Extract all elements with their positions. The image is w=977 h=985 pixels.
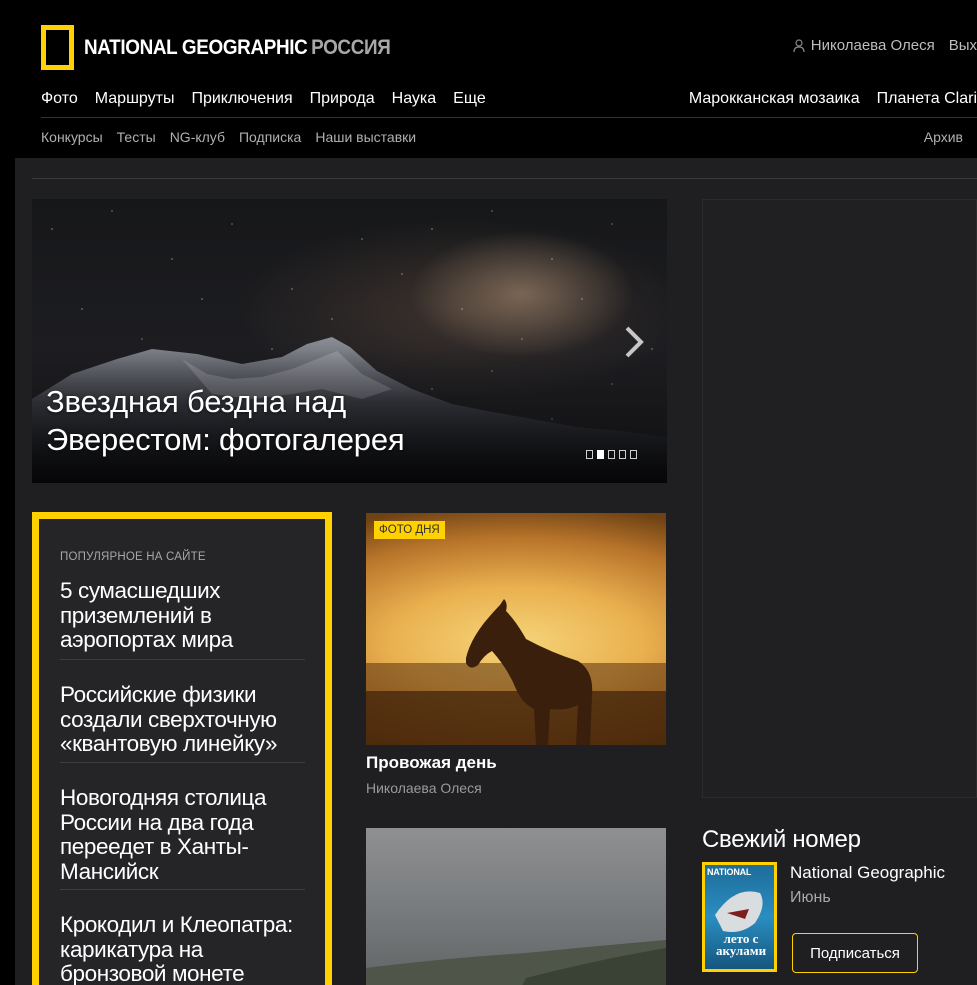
popular-item[interactable]: Новогодняя столица России на два года пе… <box>60 785 305 884</box>
slider-dot[interactable] <box>586 450 593 459</box>
ad-placeholder <box>702 199 977 798</box>
promo-nav: Марокканская мозаика Планета Clari <box>689 90 977 108</box>
subnav-item-tests[interactable]: Тесты <box>117 129 156 145</box>
nav-item-photo[interactable]: Фото <box>41 90 78 108</box>
article-image[interactable] <box>366 828 666 985</box>
popular-separator <box>60 762 305 763</box>
sub-nav: Конкурсы Тесты NG-клуб Подписка Наши выс… <box>41 129 416 145</box>
chevron-right-icon[interactable] <box>622 323 646 361</box>
cover-headline: лето с акулами <box>715 931 767 958</box>
user-icon <box>793 38 805 52</box>
promo-link-moroccan-mosaic[interactable]: Марокканская мозаика <box>689 90 860 108</box>
magazine-month: Июнь <box>790 889 831 906</box>
left-edge <box>0 0 15 985</box>
main-nav: Фото Маршруты Приключения Природа Наука … <box>41 90 486 108</box>
user-menu[interactable]: Николаева Олеся Вых <box>793 37 977 54</box>
popular-item[interactable]: Российские физики создали сверхточную «к… <box>60 682 305 757</box>
logo-name: NATIONAL GEOGRAPHIC <box>84 35 308 59</box>
popular-separator <box>60 889 305 890</box>
subscribe-button[interactable]: Подписаться <box>792 933 918 973</box>
slider-dot-active[interactable] <box>597 450 604 459</box>
nav-item-science[interactable]: Наука <box>392 90 437 108</box>
photo-of-day-title[interactable]: Провожая день <box>366 753 497 773</box>
photo-of-day-image[interactable]: ФОТО ДНЯ <box>366 513 666 745</box>
fresh-issue-title: Свежий номер <box>702 826 861 853</box>
nav-item-adventures[interactable]: Приключения <box>191 90 292 108</box>
logout-link[interactable]: Вых <box>949 37 977 54</box>
slider-dot[interactable] <box>630 450 637 459</box>
promo-link-planet-clari[interactable]: Планета Clari <box>877 90 977 108</box>
nav-item-more[interactable]: Еще <box>453 90 486 108</box>
magazine-name[interactable]: National Geographic <box>790 863 945 883</box>
horse-silhouette-image <box>366 599 666 745</box>
subnav-item-ng-club[interactable]: NG-клуб <box>170 129 225 145</box>
page: NATIONAL GEOGRAPHIC РОССИЯ Николаева Олес… <box>15 0 977 985</box>
hills-image <box>366 940 666 985</box>
logo-suffix: РОССИЯ <box>311 35 391 59</box>
logo-text: NATIONAL GEOGRAPHIC РОССИЯ <box>84 35 391 60</box>
subnav-item-contests[interactable]: Конкурсы <box>41 129 103 145</box>
popular-box: ПОПУЛЯРНОЕ НА САЙТЕ 5 сумасшедших призем… <box>32 512 332 985</box>
popular-label: ПОПУЛЯРНОЕ НА САЙТЕ <box>60 551 206 563</box>
nav-divider <box>41 117 977 118</box>
slider-pagination <box>586 450 637 459</box>
user-name[interactable]: Николаева Олеся <box>811 37 935 54</box>
magazine-cover-image[interactable]: NATIONAL лето с акулами <box>702 862 777 972</box>
subnav-item-exhibitions[interactable]: Наши выставки <box>315 129 416 145</box>
popular-item[interactable]: Крокодил и Клеопатра: карикатура на брон… <box>60 912 305 985</box>
hero-slider[interactable]: Звездная бездна над Эверестом: фотогалер… <box>32 199 667 483</box>
subnav-item-subscription[interactable]: Подписка <box>239 129 301 145</box>
photo-of-day-author[interactable]: Николаева Олеся <box>366 780 482 796</box>
site-logo[interactable]: NATIONAL GEOGRAPHIC РОССИЯ <box>41 25 424 70</box>
nav-item-nature[interactable]: Природа <box>310 90 375 108</box>
popular-separator <box>60 659 305 660</box>
popular-item[interactable]: 5 сумасшедших приземлений в аэропортах м… <box>60 578 305 653</box>
archive-link[interactable]: Архив <box>924 129 963 145</box>
nav-item-routes[interactable]: Маршруты <box>95 90 175 108</box>
photo-of-day-badge: ФОТО ДНЯ <box>374 521 445 539</box>
logo-yellow-frame-icon <box>41 25 74 70</box>
slider-dot[interactable] <box>619 450 626 459</box>
slider-dot[interactable] <box>608 450 615 459</box>
content-divider <box>32 178 977 179</box>
site-header: NATIONAL GEOGRAPHIC РОССИЯ Николаева Олес… <box>15 0 977 158</box>
hero-title[interactable]: Звездная бездна над Эверестом: фотогалер… <box>46 383 516 459</box>
